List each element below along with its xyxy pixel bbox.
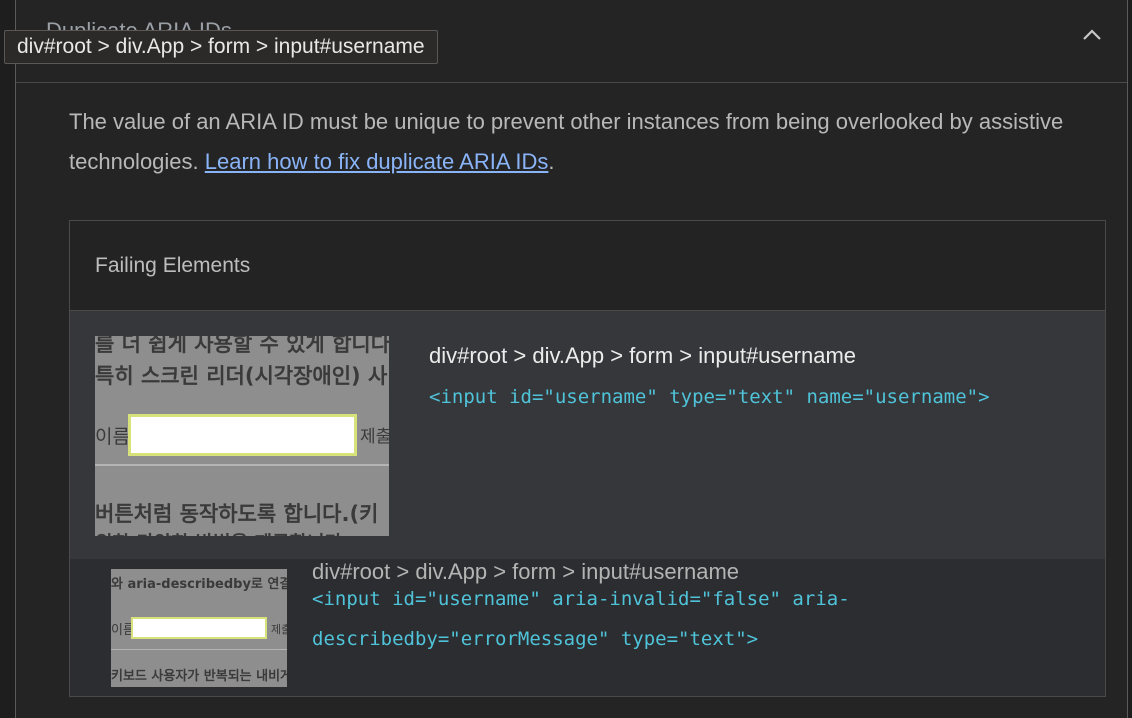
failing-element-row[interactable]: 와 aria-describedby로 연결해 이름 제출 키보드 사용자가 반…: [70, 559, 1105, 696]
learn-more-link[interactable]: Learn how to fix duplicate ARIA IDs: [205, 149, 549, 174]
element-selector: div#root > div.App > form > input#userna…: [429, 343, 857, 368]
issue-description: The value of an ARIA ID must be unique t…: [69, 109, 1064, 174]
chevron-up-icon[interactable]: [1077, 20, 1107, 50]
element-code: <input id="username" type="text" name="u…: [429, 386, 990, 408]
issue-panel: Duplicate ARIA IDs The value of an ARIA …: [15, 0, 1128, 718]
failing-elements: Failing Elements 를 더 쉽게 사용할 수 있게 합니다 특히 …: [69, 220, 1106, 697]
failing-element-row[interactable]: 를 더 쉽게 사용할 수 있게 합니다 특히 스크린 리더(시각장애인) 사 이…: [70, 311, 1105, 559]
failing-elements-heading: Failing Elements: [70, 221, 1105, 311]
element-code: <input id="username" aria-invalid="false…: [312, 588, 850, 650]
element-screenshot: 를 더 쉽게 사용할 수 있게 합니다 특히 스크린 리더(시각장애인) 사 이…: [95, 336, 389, 536]
element-screenshot: 와 aria-describedby로 연결해 이름 제출 키보드 사용자가 반…: [111, 569, 287, 687]
selector-tooltip: div#root > div.App > form > input#userna…: [4, 30, 438, 64]
